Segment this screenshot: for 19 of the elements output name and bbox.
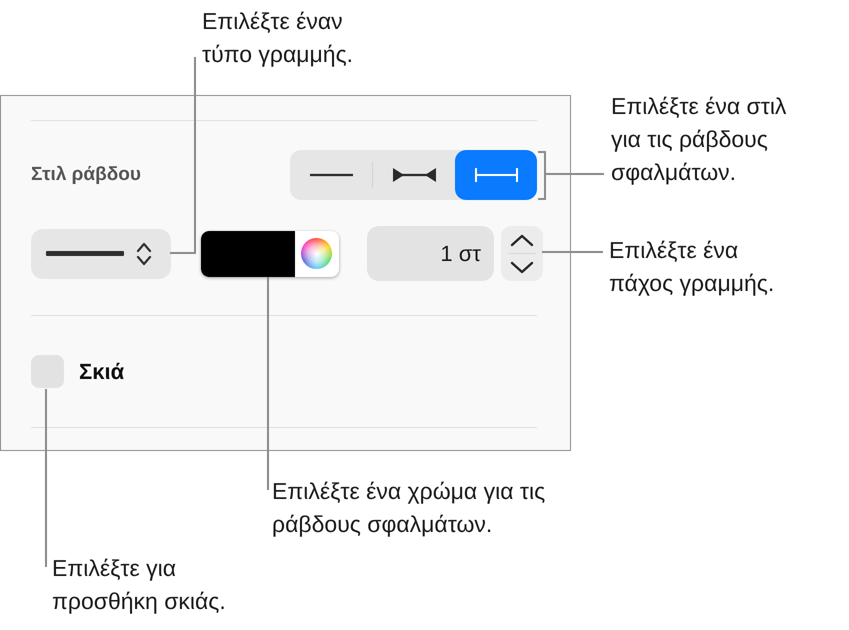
up-down-chevron-icon [136,242,152,266]
color-swatch-icon [201,230,295,276]
thickness-field[interactable]: 1 στ [367,226,494,281]
line-with-end-caps-icon [474,168,518,182]
line-with-arrowheads-icon [392,168,436,182]
callout-text: Επιλέξτε ένα στιλ για τις ράβδους σφαλμάτων. [611,92,786,187]
callout-text: Επιλέξτε ένα χρώμα για τις ράβδους σφαλμάτων. [272,477,546,539]
chevron-down-icon [510,260,534,274]
callout-text: Επιλέξτε για προσθήκη σκιάς. [52,554,226,616]
color-wheel-icon [301,238,332,269]
line-icon [310,173,352,177]
color-well[interactable] [201,230,339,276]
bar-style-label: Στιλ ράβδου [31,162,141,187]
callout-text: Επιλέξτε ένα πάχος γραμμής. [609,236,774,298]
shadow-checkbox[interactable] [31,355,64,388]
line-style-popup[interactable] [31,228,171,278]
chevron-up-icon [510,234,534,246]
shadow-label: Σκιά [79,358,124,386]
callout-text: Επιλέξτε έναν τύπο γραμμής. [202,7,354,69]
